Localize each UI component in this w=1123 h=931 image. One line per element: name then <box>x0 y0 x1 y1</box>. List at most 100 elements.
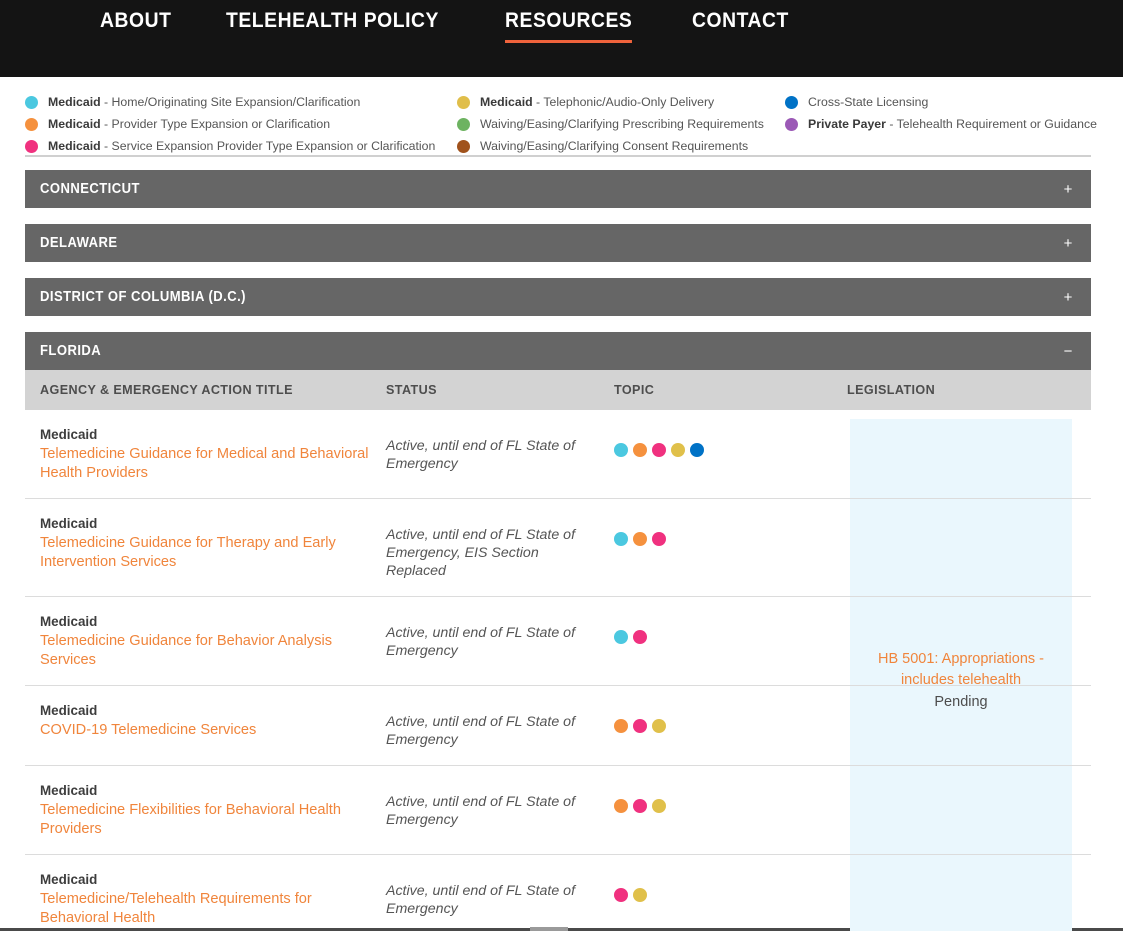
topic-dot <box>633 532 647 546</box>
table-header-row: AGENCY & EMERGENCY ACTION TITLE STATUS TOP… <box>25 370 1091 410</box>
legend-dot-green <box>457 117 470 131</box>
accordion-title: DELAWARE <box>40 235 118 251</box>
cell-agency-and-title: Medicaid Telemedicine Guidance for Medica… <box>25 425 386 482</box>
cell-agency-and-title: Medicaid COVID-19 Telemedicine Services <box>25 701 386 740</box>
topic-dot <box>652 799 666 813</box>
nav-item-telehealth-policy[interactable]: TELEHEALTH POLICY <box>226 8 439 43</box>
legend-dot-purple <box>785 117 798 131</box>
cell-status: Active, until end of FL State of Emergen… <box>386 714 576 748</box>
accordion-expand-icon[interactable]: + <box>1061 236 1075 251</box>
legend-item-description: - Home/Originating Site Expansion/Clarif… <box>100 95 361 109</box>
legend-item-category: Medicaid <box>480 95 533 109</box>
cell-topic <box>614 425 847 457</box>
cell-status: Active, until end of FL State of Emergen… <box>386 438 576 472</box>
legend-item: Medicaid - Home/Originating Site Expansi… <box>25 91 457 113</box>
topic-dot <box>690 443 704 457</box>
accordion-expand-icon[interactable]: + <box>1061 182 1075 197</box>
table-row: Medicaid COVID-19 Telemedicine Services Ac… <box>25 686 1091 766</box>
topic-dot <box>633 719 647 733</box>
table-column-header-title: AGENCY & EMERGENCY ACTION TITLE <box>40 383 293 397</box>
accordion-header-district-of-columbia-d-c[interactable]: DISTRICT OF COLUMBIA (D.C.) + <box>25 278 1091 316</box>
nav-item-resources[interactable]: RESOURCES <box>505 8 633 43</box>
legend-item: Private Payer - Telehealth Requirement o… <box>785 113 1097 135</box>
accordion-header-florida[interactable]: FLORIDA − <box>25 332 1091 370</box>
accordion-item: CONNECTICUT + <box>25 170 1091 208</box>
legend-column-3: Cross-State Licensing Private Payer - Tel… <box>785 91 1097 157</box>
topic-dot <box>652 719 666 733</box>
legend-item: Cross-State Licensing <box>785 91 1085 113</box>
table-body: HB 5001: Appropriations - includes teleh… <box>25 410 1091 931</box>
cell-status: Active, until end of FL State of Emergen… <box>386 794 576 828</box>
state-accordion-list: CONNECTICUT + DELAWARE + DISTRICT OF COLUMBI… <box>0 160 1123 931</box>
legend-column-2: Medicaid - Telephonic/Audio-Only Deliver… <box>457 91 785 157</box>
legend-dot-brown <box>457 139 470 153</box>
cell-status: Active, until end of FL State of Emergen… <box>386 527 576 579</box>
legend-item: Waiving/Easing/Clarifying Consent Requir… <box>457 135 785 157</box>
accordion-title: DISTRICT OF COLUMBIA (D.C.) <box>40 289 246 305</box>
topic-dot <box>614 532 628 546</box>
legend-item-category: Medicaid <box>48 117 101 131</box>
legend-item-category: Private Payer <box>808 117 886 131</box>
topic-dot <box>633 888 647 902</box>
accordion-expand-icon[interactable]: + <box>1061 290 1075 305</box>
agency-name: Medicaid <box>40 872 98 887</box>
accordion-item-expanded: FLORIDA − AGENCY & EMERGENCY ACTION TITLE S… <box>25 332 1091 931</box>
table-column-header-status: STATUS <box>386 383 437 397</box>
accordion-header-delaware[interactable]: DELAWARE + <box>25 224 1091 262</box>
topic-dot <box>614 630 628 644</box>
nav-item-about[interactable]: ABOUT <box>100 8 171 43</box>
accordion-item: DELAWARE + <box>25 224 1091 262</box>
legend-item-description: Waiving/Easing/Clarifying Consent Requir… <box>480 139 749 153</box>
legend-item-description: Cross-State Licensing <box>808 95 929 109</box>
agency-name: Medicaid <box>40 703 98 718</box>
accordion-header-connecticut[interactable]: CONNECTICUT + <box>25 170 1091 208</box>
state-actions-table: AGENCY & EMERGENCY ACTION TITLE STATUS TOP… <box>25 370 1091 931</box>
site-header: ABOUT TELEHEALTH POLICY RESOURCES CONTACT <box>0 0 1123 77</box>
legend-item-description: - Service Expansion Provider Type Expans… <box>100 139 436 153</box>
topic-dot <box>633 443 647 457</box>
legend-item-category: Medicaid <box>48 95 101 109</box>
legend-dot-blue <box>785 95 798 109</box>
cell-topic <box>614 870 847 902</box>
topic-dot <box>614 443 628 457</box>
legend-item-label: Cross-State Licensing <box>808 95 928 109</box>
legend-item-label: Waiving/Easing/Clarifying Consent Requir… <box>480 139 748 153</box>
action-title-link[interactable]: COVID-19 Telemedicine Services <box>40 721 382 740</box>
legend-item-description: - Telehealth Requirement or Guidance <box>885 117 1097 131</box>
legend-item-description: Waiving/Easing/Clarifying Prescribing Re… <box>480 117 764 131</box>
legend-divider <box>25 155 1091 157</box>
action-title-link[interactable]: Telemedicine/Telehealth Requirements for… <box>40 890 382 927</box>
cell-status: Active, until end of FL State of Emergen… <box>386 883 576 917</box>
accordion-collapse-icon[interactable]: − <box>1061 344 1075 359</box>
table-column-header-topic: TOPIC <box>614 383 655 397</box>
legend-item-label: Medicaid - Service Expansion Provider Ty… <box>48 139 435 153</box>
accordion-item: DISTRICT OF COLUMBIA (D.C.) + <box>25 278 1091 316</box>
cell-topic <box>614 514 847 546</box>
action-title-link[interactable]: Telemedicine Guidance for Medical and Be… <box>40 445 382 482</box>
legend-item-category: Medicaid <box>48 139 101 153</box>
cell-status: Active, until end of FL State of Emergen… <box>386 625 576 659</box>
table-row: Medicaid Telemedicine Flexibilities for B… <box>25 766 1091 855</box>
legend-item-description: - Provider Type Expansion or Clarificati… <box>100 117 331 131</box>
legend-dot-orange <box>25 117 38 131</box>
legend-item: Medicaid - Service Expansion Provider Ty… <box>25 135 457 157</box>
legend-item-label: Medicaid - Provider Type Expansion or Cl… <box>48 117 330 131</box>
legend-item-label: Medicaid - Telephonic/Audio-Only Deliver… <box>480 95 714 109</box>
topic-dot <box>614 719 628 733</box>
nav-item-contact[interactable]: CONTACT <box>692 8 789 43</box>
table-row: Medicaid Telemedicine Guidance for Therap… <box>25 499 1091 597</box>
agency-name: Medicaid <box>40 516 98 531</box>
table-row: Medicaid Telemedicine Guidance for Medica… <box>25 410 1091 499</box>
action-title-link[interactable]: Telemedicine Flexibilities for Behaviora… <box>40 801 382 838</box>
cell-agency-and-title: Medicaid Telemedicine Flexibilities for B… <box>25 781 386 838</box>
action-title-link[interactable]: Telemedicine Guidance for Therapy and Ea… <box>40 534 382 571</box>
main-navigation: ABOUT TELEHEALTH POLICY RESOURCES CONTACT <box>0 0 1123 43</box>
topic-dot <box>633 799 647 813</box>
legend-item-label: Private Payer - Telehealth Requirement o… <box>808 117 1097 131</box>
table-row: Medicaid Telemedicine/Telehealth Requirem… <box>25 855 1091 931</box>
topic-legend: Medicaid - Home/Originating Site Expansi… <box>0 77 1123 160</box>
legend-item: Medicaid - Provider Type Expansion or Cl… <box>25 113 457 135</box>
action-title-link[interactable]: Telemedicine Guidance for Behavior Analy… <box>40 632 382 669</box>
cell-agency-and-title: Medicaid Telemedicine/Telehealth Requirem… <box>25 870 386 927</box>
legend-item: Medicaid - Telephonic/Audio-Only Deliver… <box>457 91 785 113</box>
